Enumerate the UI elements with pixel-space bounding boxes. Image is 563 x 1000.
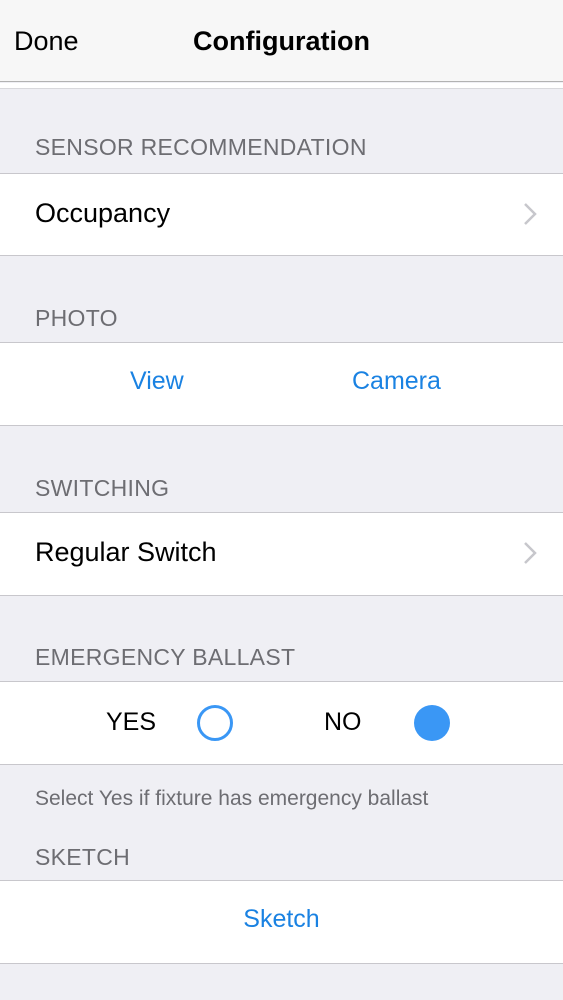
switching-cell[interactable]: Regular Switch [0,512,563,596]
section-header-photo: PHOTO [35,305,118,331]
top-cell-edge [0,83,563,89]
page-title: Configuration [193,26,370,56]
yes-label: YES [106,708,157,736]
section-header-switching: SWITCHING [35,475,170,501]
switching-value: Regular Switch [35,537,217,567]
chevron-right-icon [524,203,537,225]
navigation-bar: Done Configuration [0,0,563,82]
photo-cell: View Camera [0,342,563,426]
emergency-ballast-cell: YES NO [0,681,563,765]
emergency-footnote: Select Yes if fixture has emergency ball… [35,787,429,810]
no-radio-button[interactable] [414,705,450,741]
chevron-right-icon [524,542,537,564]
sketch-cell: Sketch [0,880,563,964]
section-header-emergency: EMERGENCY BALLAST [35,644,296,670]
view-photo-button[interactable]: View [130,367,184,396]
sensor-recommendation-cell[interactable]: Occupancy [0,173,563,256]
yes-radio-button[interactable] [197,705,233,741]
section-header-sensor: SENSOR RECOMMENDATION [35,134,367,160]
settings-table: SENSOR RECOMMENDATION Occupancy PHOTO Vi… [0,83,563,1000]
camera-button[interactable]: Camera [352,367,441,396]
sketch-button[interactable]: Sketch [0,905,563,934]
section-header-sketch: SKETCH [35,844,131,870]
no-label: NO [324,708,362,736]
sensor-recommendation-value: Occupancy [35,198,171,228]
